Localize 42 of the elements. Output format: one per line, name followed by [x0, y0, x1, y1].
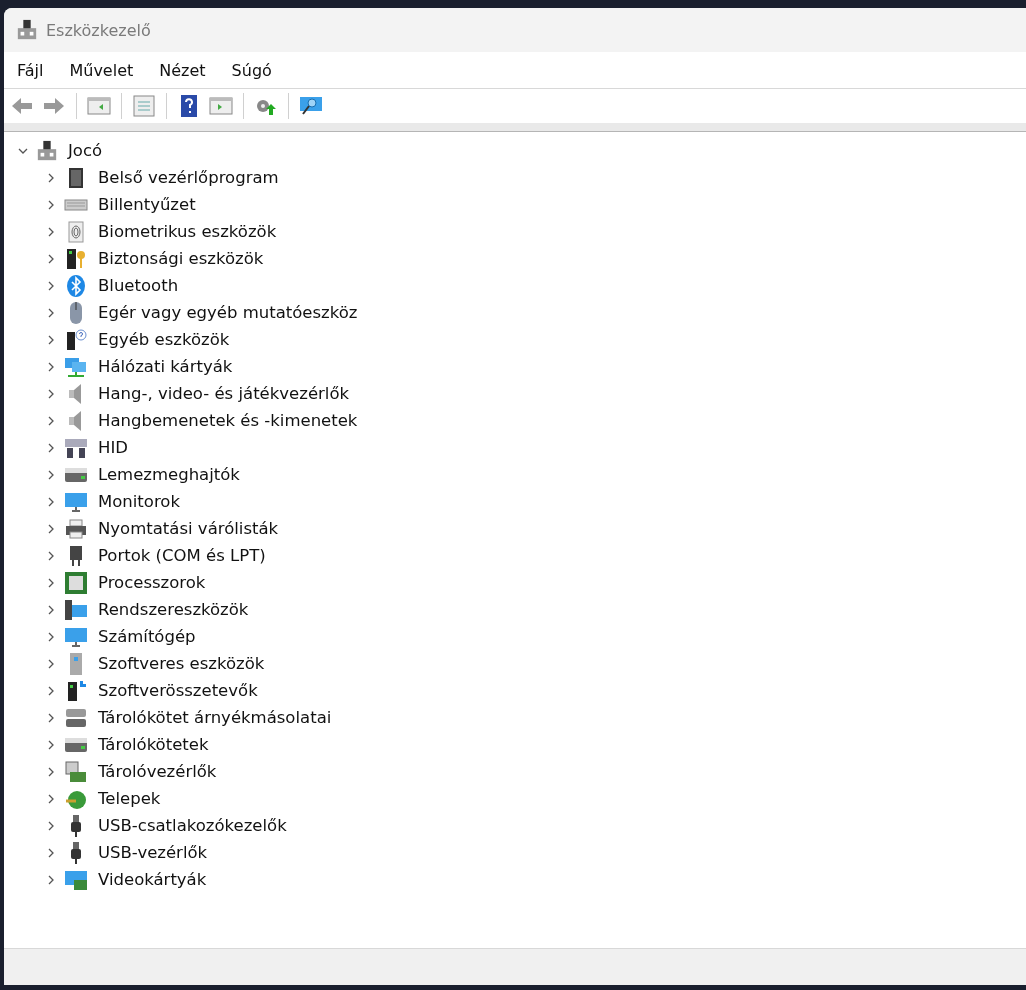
tree-item[interactable]: Hang-, video- és játékvezérlők [44, 380, 1026, 407]
tree-item[interactable]: Bluetooth [44, 272, 1026, 299]
tree-item[interactable]: Portok (COM és LPT) [44, 542, 1026, 569]
tree-item[interactable]: HID [44, 434, 1026, 461]
system-icon [64, 597, 88, 622]
controller-icon [64, 759, 88, 784]
tree-item[interactable]: Biztonsági eszközök [44, 245, 1026, 272]
tree-item[interactable]: Lemezmeghajtók [44, 461, 1026, 488]
tree-item[interactable]: Szoftveres eszközök [44, 650, 1026, 677]
tree-item[interactable]: Szoftverösszetevők [44, 677, 1026, 704]
tree-item[interactable]: Nyomtatási várólisták [44, 515, 1026, 542]
device-manager-icon [16, 19, 38, 41]
tree-item[interactable]: USB-vezérlők [44, 839, 1026, 866]
tree-item[interactable]: Biometrikus eszközök [44, 218, 1026, 245]
tree-item[interactable]: Processzorok [44, 569, 1026, 596]
tree-item[interactable]: Tárolókötetek [44, 731, 1026, 758]
tree-item[interactable]: Hálózati kártyák [44, 353, 1026, 380]
tree-item[interactable]: Számítógép [44, 623, 1026, 650]
tree-item[interactable]: Telepek [44, 785, 1026, 812]
tree-item[interactable]: Tárolóvezérlők [44, 758, 1026, 785]
menu-item[interactable]: Művelet [60, 56, 143, 84]
tree-item[interactable]: Egér vagy egyéb mutatóeszköz [44, 299, 1026, 326]
menu-item[interactable]: Súgó [222, 56, 281, 84]
tree-item[interactable]: Tárolókötet árnyékmásolatai [44, 704, 1026, 731]
tree-item[interactable]: Belső vezérlőprogram [44, 164, 1026, 191]
tree-item[interactable]: Billentyűzet [44, 191, 1026, 218]
tree-item[interactable]: Jocó [16, 137, 1026, 164]
cpu-icon [64, 570, 88, 595]
tree-item[interactable]: Videokártyák [44, 866, 1026, 893]
tree-item[interactable]: Rendszereszközök [44, 596, 1026, 623]
tree-item[interactable]: USB-csatlakozókezelők [44, 812, 1026, 839]
key-icon [64, 246, 88, 271]
bluetooth-icon [64, 273, 88, 298]
printer-icon [64, 516, 88, 541]
computer-node-icon [36, 139, 58, 162]
tree-item[interactable]: Egyéb eszközök [44, 326, 1026, 353]
tree-item[interactable]: Monitorok [44, 488, 1026, 515]
tree-item[interactable]: Hangbemenetek és -kimenetek [44, 407, 1026, 434]
menu-item[interactable]: Nézet [150, 56, 215, 84]
device-question-icon [64, 327, 88, 352]
menu-item[interactable]: Fájl [8, 56, 53, 84]
window-title: Eszközkezelő [46, 20, 151, 40]
